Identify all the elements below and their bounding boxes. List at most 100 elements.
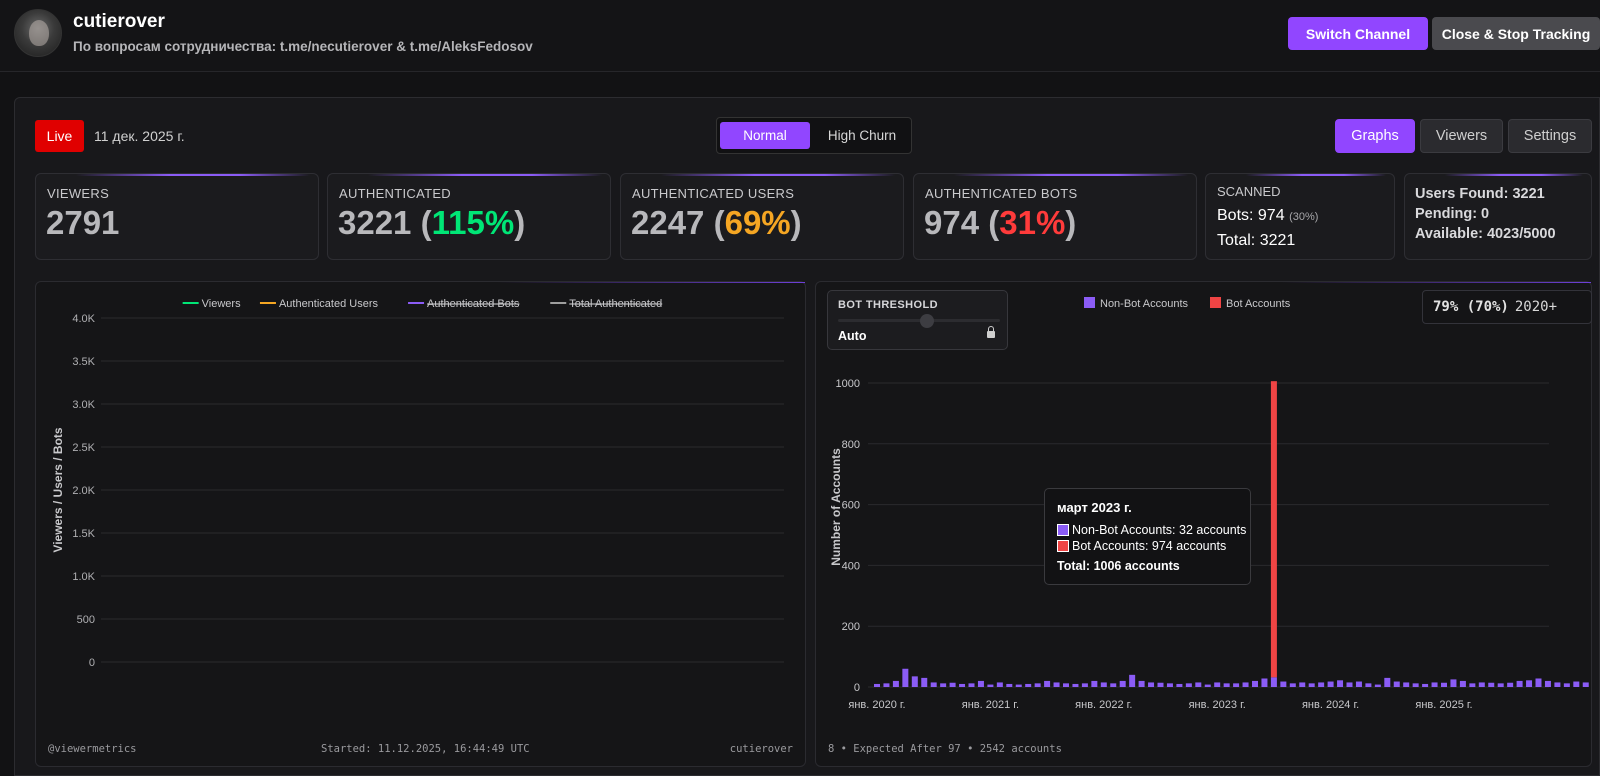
non-bot-bar (968, 683, 975, 687)
non-bot-bar (1157, 682, 1164, 687)
non-bot-bar (1478, 682, 1485, 687)
non-bot-bar (1469, 683, 1476, 687)
tab-viewers[interactable]: Viewers (1420, 119, 1503, 153)
y-tick-label: 3.0K (72, 399, 95, 411)
available-count: Available: 4023/5000 (1415, 226, 1556, 242)
y-tick-label: 800 (842, 439, 860, 451)
bot-swatch-icon (1057, 540, 1069, 552)
y-tick-label: 2.0K (72, 485, 95, 497)
auth-users-value: 2247 (69%) (631, 204, 802, 241)
y-tick-label: 1000 (836, 378, 860, 390)
y-tick-label: 4.0K (72, 313, 95, 325)
mode-high-churn-button[interactable]: High Churn (817, 122, 907, 149)
non-bot-bar (1374, 684, 1381, 687)
legend-swatch (1210, 297, 1221, 308)
y-tick-label: 3.5K (72, 356, 95, 368)
non-bot-bar (1223, 683, 1230, 687)
auth-bots-value: 974 (31%) (924, 204, 1077, 241)
channel-name: cutierover (73, 11, 165, 32)
y-tick-label: 1.5K (72, 528, 95, 540)
non-bot-bar (1299, 682, 1306, 687)
x-tick-label: янв. 2021 г. (962, 699, 1019, 711)
x-tick-label: янв. 2020 г. (848, 699, 905, 711)
non-bot-bar (1346, 682, 1353, 687)
threshold-slider-handle[interactable] (920, 314, 935, 328)
non-bot-bar (1233, 683, 1240, 687)
non-bot-bar (1176, 683, 1183, 687)
threshold-slider-track[interactable] (838, 319, 1000, 322)
y-axis-label: Viewers / Users / Bots (51, 427, 65, 553)
non-bot-bar (930, 682, 937, 687)
non-bot-bar (1507, 682, 1514, 687)
non-bot-bar (1393, 681, 1400, 687)
non-bot-bar (1053, 682, 1060, 687)
switch-channel-button[interactable]: Switch Channel (1288, 17, 1428, 50)
bot-threshold-control: BOT THRESHOLD Auto (827, 290, 1008, 350)
y-tick-label: 0 (854, 682, 860, 694)
scanned-bots: Bots: 974 (30%) (1217, 207, 1318, 225)
footer-expected: 8 • Expected After 97 • 2542 accounts (828, 743, 1062, 755)
non-bot-bar (996, 682, 1003, 687)
auth-users-card: AUTHENTICATED USERS 2247 (69%) (620, 173, 904, 260)
scanned-label: SCANNED (1217, 184, 1281, 199)
scanned-bots-percent: (30%) (1289, 211, 1319, 223)
close-stop-tracking-button[interactable]: Close & Stop Tracking (1432, 17, 1600, 50)
y-tick-label: 1.0K (72, 571, 95, 583)
non-bot-bar (1072, 683, 1079, 687)
x-tick-label: янв. 2024 г. (1302, 699, 1359, 711)
stream-date: 11 дек. 2025 г. (94, 128, 185, 144)
y-tick-label: 2.5K (72, 442, 95, 454)
non-bot-bar (1100, 682, 1107, 687)
non-bot-bar (1459, 680, 1466, 687)
footer-channel: cutierover (729, 743, 793, 755)
legend-label: Non-Bot Accounts (1100, 298, 1189, 310)
authenticated-label: AUTHENTICATED (339, 186, 451, 201)
non-bot-bar (1365, 683, 1372, 687)
tooltip-bot-row: Bot Accounts: 974 accounts (1057, 539, 1226, 553)
tooltip-non-bot: Non-Bot Accounts: 32 accounts (1072, 523, 1247, 537)
tab-graphs[interactable]: Graphs (1335, 119, 1415, 153)
live-badge: Live (35, 120, 84, 152)
non-bot-bar (1308, 683, 1315, 687)
percentage-box: 79% (70%) 2020+ (1422, 290, 1592, 324)
non-bot-bar (1535, 678, 1542, 687)
non-bot-bar (1025, 683, 1032, 687)
non-bot-bar (892, 680, 899, 687)
tooltip-bot: Bot Accounts: 974 accounts (1072, 539, 1227, 553)
non-bot-bar (1185, 683, 1192, 687)
tooltip-total: Total: 1006 accounts (1057, 559, 1180, 573)
non-bot-bar (1422, 683, 1429, 687)
mode-toggle: Normal High Churn (716, 117, 912, 154)
authenticated-percent: 115% (431, 204, 515, 241)
channel-subtitle: По вопросам сотрудничества: t.me/necutie… (73, 39, 533, 54)
non-bot-bar (1242, 682, 1249, 687)
tooltip-non-bot-row: Non-Bot Accounts: 32 accounts (1057, 523, 1246, 537)
lock-icon[interactable] (987, 326, 995, 338)
non-bot-bar (874, 683, 880, 687)
non-bot-bar (949, 682, 956, 687)
channel-avatar (14, 9, 62, 57)
scanned-card: SCANNED Bots: 974 (30%) Total: 3221 (1205, 173, 1395, 260)
non-bot-bar (1318, 682, 1325, 687)
non-bot-bar (1488, 682, 1495, 687)
non-bot-bar (1015, 684, 1022, 687)
non-bot-bar (1441, 682, 1447, 687)
non-bot-bar (1261, 678, 1268, 687)
viewers-chart-panel: 0 500 1.0K 1.5K 2.0K 2.5K 3.0K 3.5K 4.0K Viewers … (35, 281, 806, 767)
y-axis-label: Number of Accounts (829, 448, 843, 566)
chart-tooltip: март 2023 г. Non-Bot Accounts: 32 accoun… (1044, 488, 1251, 585)
non-bot-bar (1195, 682, 1202, 687)
tab-settings[interactable]: Settings (1508, 119, 1592, 153)
footer-brand: @viewermetrics (48, 743, 137, 755)
legend-label: Viewers (202, 298, 241, 310)
threshold-label: BOT THRESHOLD (838, 299, 938, 311)
non-bot-bar (1034, 683, 1041, 687)
non-bot-bar (1289, 683, 1296, 687)
non-bot-bar (1166, 683, 1173, 687)
top-bar: cutierover По вопросам сотрудничества: t… (0, 0, 1600, 72)
non-bot-bar (1497, 683, 1504, 687)
viewers-card: VIEWERS 2791 (35, 173, 319, 260)
mode-normal-button[interactable]: Normal (720, 122, 810, 149)
auth-bots-percent: 31% (999, 204, 1066, 241)
non-bot-bar (1544, 680, 1551, 687)
